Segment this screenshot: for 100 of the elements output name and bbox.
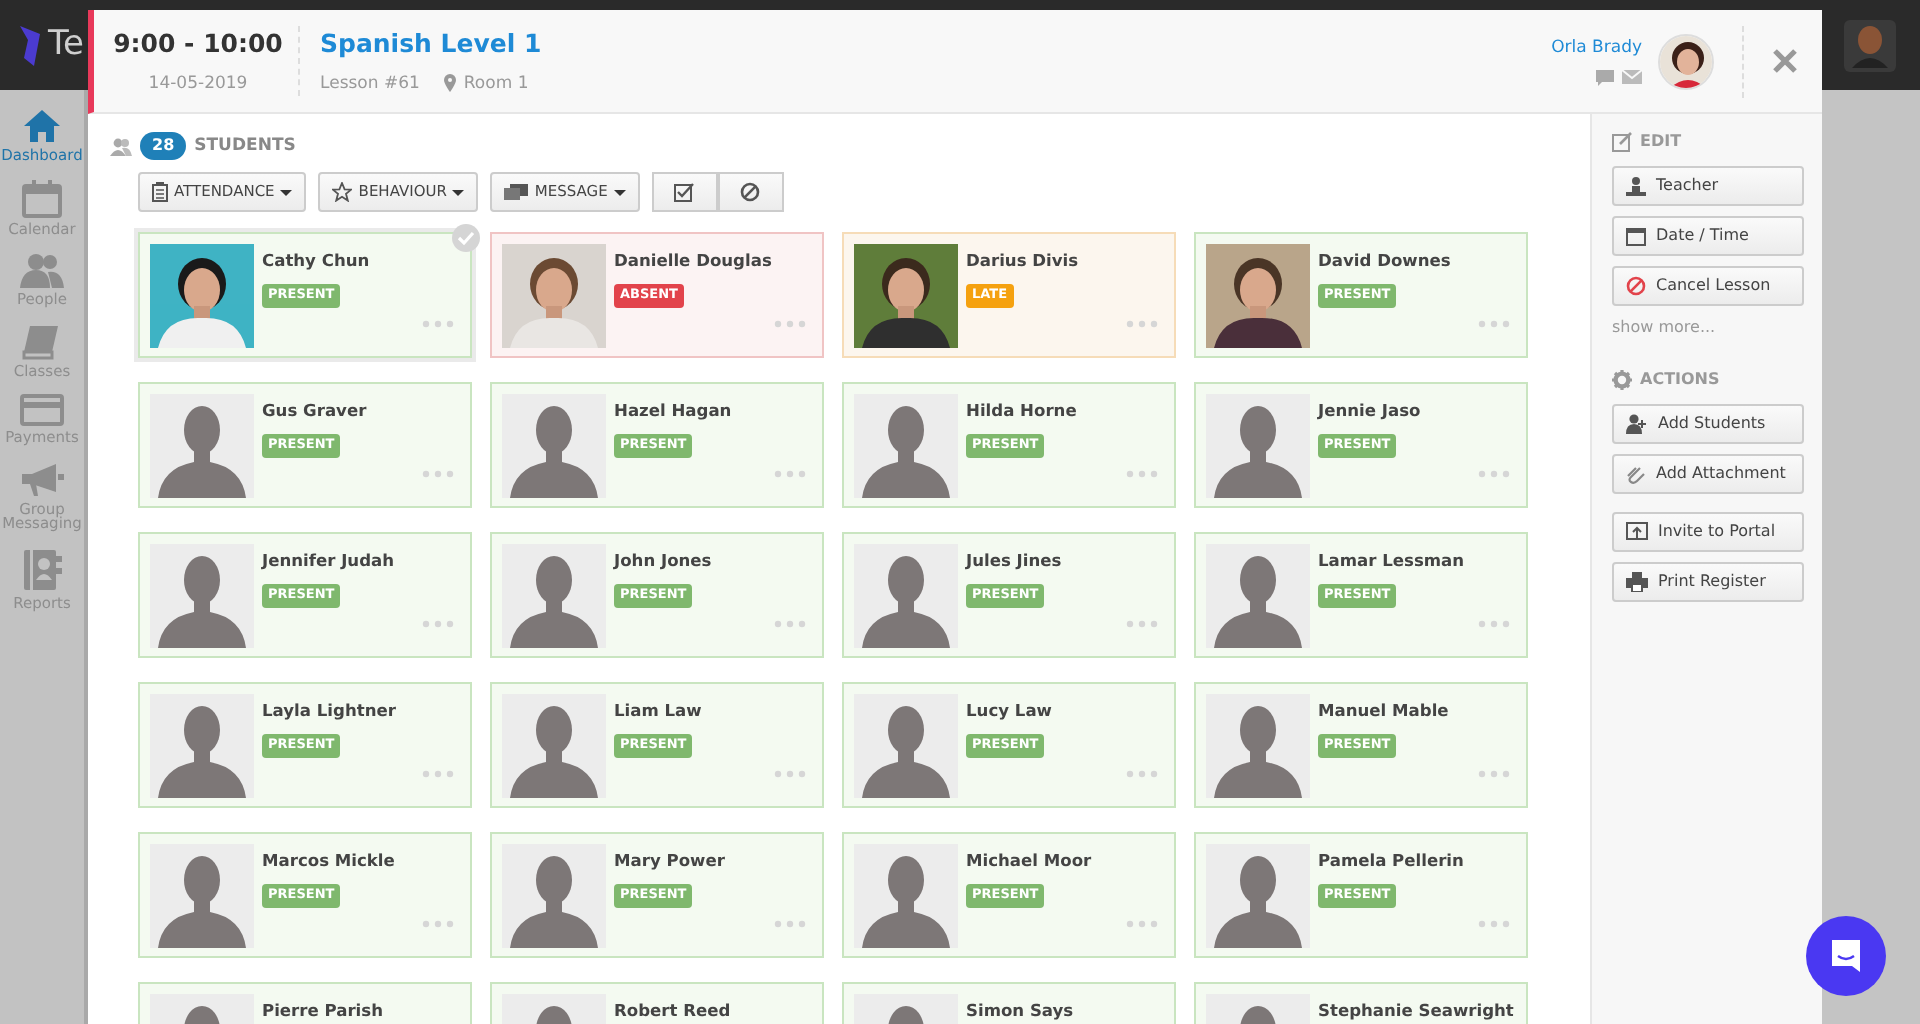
student-name: Simon Says (966, 998, 1074, 1023)
teacher-link[interactable]: Orla Brady (1551, 36, 1642, 62)
more-icon[interactable] (774, 770, 806, 779)
more-icon[interactable] (774, 920, 806, 929)
student-card[interactable]: Robert Reed (490, 982, 824, 1024)
caret-icon (452, 189, 465, 195)
toolbar-button[interactable] (717, 172, 784, 212)
calendar-icon (1626, 226, 1646, 246)
people-icon (20, 252, 64, 288)
toolbar-button[interactable] (651, 172, 718, 212)
person-silhouette-icon (502, 394, 606, 498)
student-name: Gus Graver (262, 398, 367, 423)
calendar-icon (22, 179, 62, 217)
more-icon[interactable] (422, 770, 454, 779)
action-button[interactable]: Date / Time (1612, 216, 1804, 256)
book-icon (22, 323, 62, 359)
more-icon[interactable] (1478, 320, 1510, 329)
upload-icon (1626, 522, 1648, 542)
more-icon[interactable] (422, 620, 454, 629)
student-name: Stephanie Seawright (1318, 998, 1514, 1023)
student-name: Layla Lightner (262, 698, 396, 723)
chat-button[interactable] (1806, 916, 1886, 996)
person-silhouette-icon (150, 844, 254, 948)
student-name: Michael Moor (966, 848, 1092, 873)
student-name: Liam Law (614, 698, 702, 723)
more-icon[interactable] (1126, 920, 1158, 929)
chat-bubbles-icon (504, 183, 529, 201)
action-button[interactable]: Cancel Lesson (1612, 266, 1804, 306)
person-silhouette-icon (1206, 544, 1310, 648)
section-heading: ACTIONS (1640, 368, 1720, 392)
logo-text: Te (48, 21, 84, 68)
student-name: John Jones (614, 548, 712, 573)
room-label: Room 1 (463, 71, 529, 97)
ban-icon (740, 182, 761, 202)
student-name: Marcos Mickle (262, 848, 395, 873)
person-silhouette-icon (502, 844, 606, 948)
chat-icon (1828, 938, 1864, 974)
person-silhouette-icon (1206, 844, 1310, 948)
more-icon[interactable] (1478, 620, 1510, 629)
logo-icon (16, 21, 44, 69)
person-silhouette-icon (150, 544, 254, 648)
lesson-time: 9:00 - 10:00 (113, 25, 283, 62)
student-name: Jules Jines (966, 548, 1062, 573)
more-icon[interactable] (1126, 770, 1158, 779)
more-icon[interactable] (422, 320, 454, 329)
edit-icon (1612, 132, 1632, 152)
more-icon[interactable] (1478, 920, 1510, 929)
caret-icon (280, 189, 293, 195)
person-silhouette-icon (1206, 394, 1310, 498)
more-icon[interactable] (422, 920, 454, 929)
more-icon[interactable] (774, 470, 806, 479)
more-icon[interactable] (774, 620, 806, 629)
house-icon (22, 108, 62, 144)
more-icon[interactable] (1478, 770, 1510, 779)
action-button[interactable]: Add Attachment (1612, 454, 1804, 494)
student-name: Manuel Mable (1318, 698, 1449, 723)
card-icon (20, 394, 64, 426)
gear-icon (1612, 370, 1632, 390)
checkbox-icon (674, 182, 695, 202)
student-name: Cathy Chun (262, 248, 370, 273)
mail-icon[interactable] (1622, 69, 1642, 84)
person-silhouette-icon (502, 694, 606, 798)
person-silhouette-icon (854, 844, 958, 948)
student-name: Lamar Lessman (1318, 548, 1465, 573)
person-icon (1626, 176, 1646, 196)
action-button[interactable]: Print Register (1612, 562, 1804, 602)
more-icon[interactable] (774, 320, 806, 329)
student-name: David Downes (1318, 248, 1451, 273)
student-name: Robert Reed (614, 998, 731, 1023)
person-silhouette-icon (854, 694, 958, 798)
more-icon[interactable] (1478, 470, 1510, 479)
caret-icon (613, 189, 626, 195)
action-button[interactable]: Teacher (1612, 166, 1804, 206)
more-icon[interactable] (1126, 470, 1158, 479)
lesson-date: 14-05-2019 (148, 71, 248, 97)
student-name: Hazel Hagan (614, 398, 732, 423)
lesson-number: Lesson #61 (320, 71, 420, 97)
student-count: 28 (140, 132, 187, 160)
user-avatar[interactable] (1844, 19, 1896, 71)
student-card[interactable]: Pierre Parish (138, 982, 472, 1024)
megaphone-icon (20, 461, 64, 497)
more-icon[interactable] (1126, 320, 1158, 329)
star-icon (332, 182, 353, 202)
person-silhouette-icon (854, 544, 958, 648)
student-card[interactable]: Simon Says (842, 982, 1176, 1024)
student-name: Jennifer Judah (262, 548, 395, 573)
more-icon[interactable] (1126, 620, 1158, 629)
ban-icon (1626, 276, 1646, 296)
student-name: Hilda Horne (966, 398, 1077, 423)
chat-icon[interactable] (1596, 69, 1614, 86)
student-name: Darius Divis (966, 248, 1079, 273)
action-button[interactable]: Add Students (1612, 404, 1804, 444)
student-card[interactable]: Stephanie Seawright (1194, 982, 1528, 1024)
add-person-icon (1626, 414, 1648, 434)
check-circle-icon (452, 224, 480, 252)
person-silhouette-icon (1206, 694, 1310, 798)
action-button[interactable]: Invite to Portal (1612, 512, 1804, 552)
more-icon[interactable] (422, 470, 454, 479)
person-silhouette-icon (502, 544, 606, 648)
printer-icon (1626, 572, 1648, 592)
